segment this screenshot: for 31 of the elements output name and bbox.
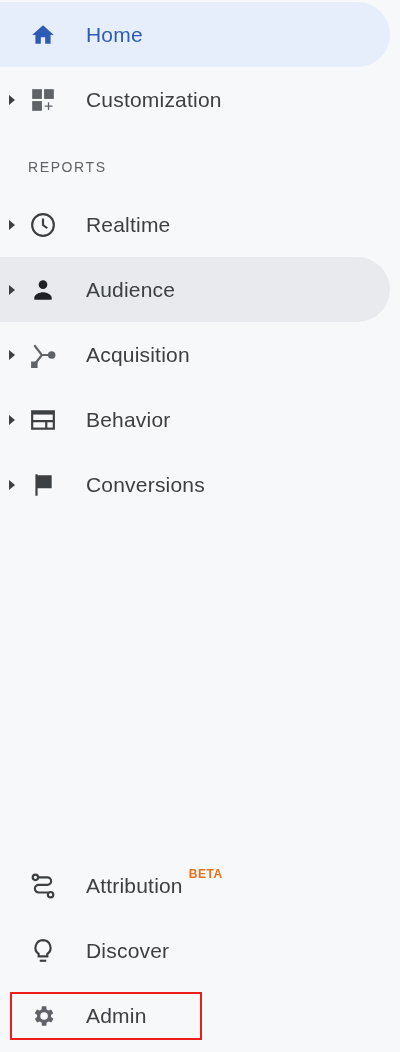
- nav-label: Home: [86, 22, 143, 47]
- clock-icon: [30, 211, 56, 238]
- nav-label: Conversions: [86, 472, 205, 497]
- nav-item[interactable]: Conversions: [0, 452, 390, 517]
- nav-item[interactable]: Behavior: [0, 387, 390, 452]
- nav-item[interactable]: Audience: [0, 257, 390, 322]
- caret-icon[interactable]: [8, 478, 16, 491]
- nav-label: Realtime: [86, 212, 171, 237]
- nav-label: Admin: [86, 1003, 147, 1028]
- nav-label: Acquisition: [86, 342, 190, 367]
- nav-item[interactable]: Attribution BETA: [0, 853, 390, 918]
- nav-item[interactable]: Realtime: [0, 192, 390, 257]
- section-header: REPORTS: [28, 159, 107, 175]
- nav-item[interactable]: Home: [0, 2, 390, 67]
- caret-icon[interactable]: [8, 93, 16, 106]
- route-icon: [30, 872, 56, 899]
- nav-label: Attribution: [86, 873, 183, 898]
- nav-item[interactable]: Admin: [0, 983, 390, 1048]
- nav-item[interactable]: Customization: [0, 67, 390, 132]
- nav-label: Discover: [86, 938, 170, 963]
- nav-label: Audience: [86, 277, 176, 302]
- caret-icon[interactable]: [8, 413, 16, 426]
- beta-label: BETA: [188, 867, 223, 881]
- nav-item[interactable]: Acquisition: [0, 322, 390, 387]
- nav-item[interactable]: Discover: [0, 918, 390, 983]
- nav-label: Customization: [86, 87, 222, 112]
- caret-icon[interactable]: [8, 348, 16, 361]
- nav-label: Behavior: [86, 407, 171, 432]
- dashboard-plus-icon: [30, 86, 56, 113]
- caret-icon[interactable]: [8, 218, 16, 231]
- caret-icon[interactable]: [8, 283, 16, 296]
